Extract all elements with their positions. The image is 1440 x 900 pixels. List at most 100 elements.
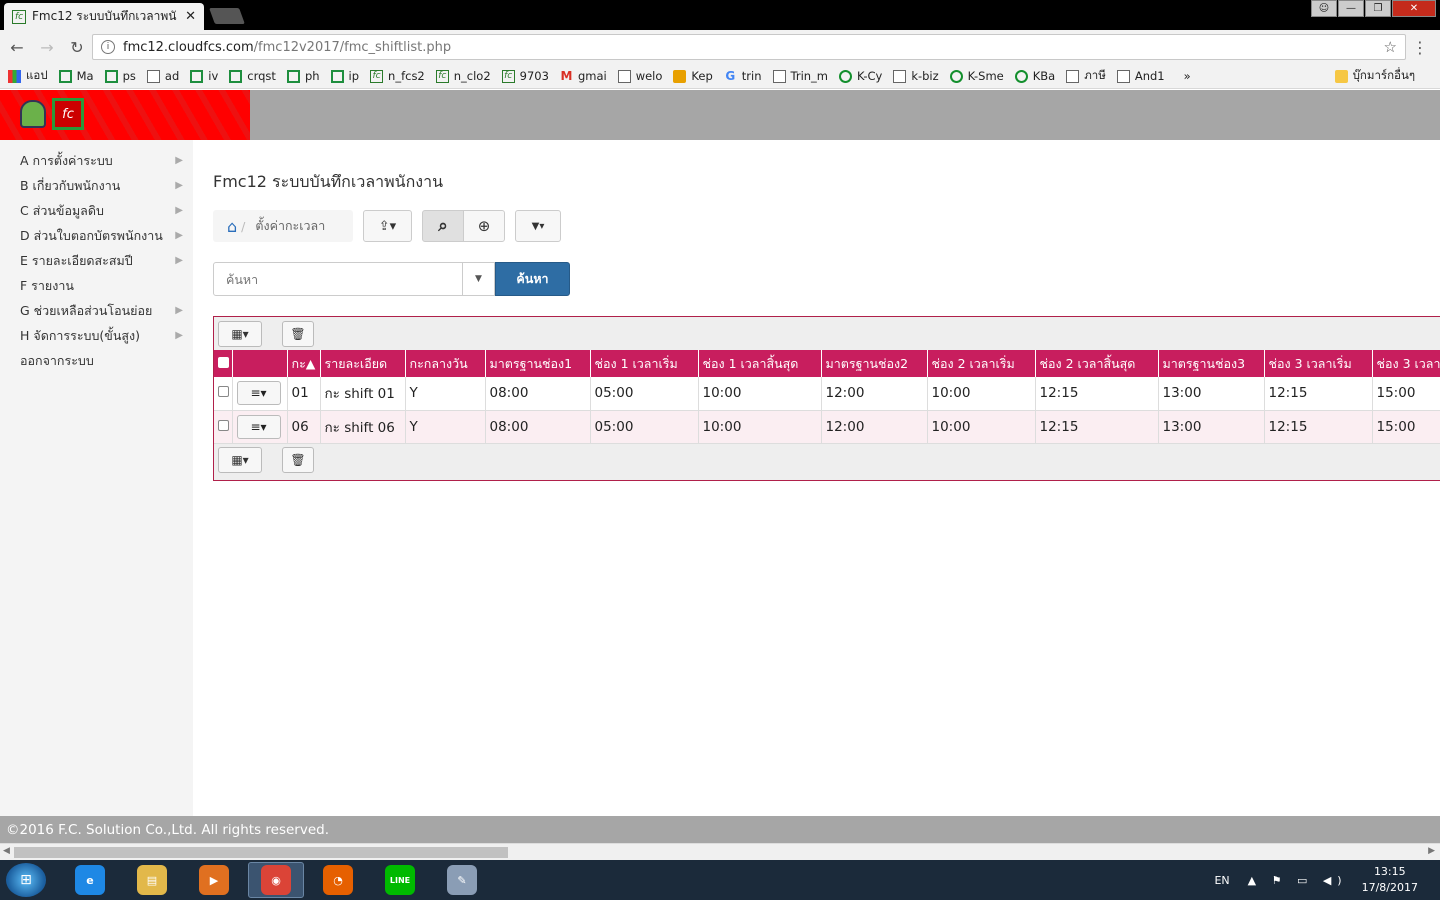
sidebar-item-h[interactable]: H จัดการระบบ(ขั้นสูง) ▶ [0,323,193,348]
taskbar-ie-button[interactable]: e [62,862,118,898]
bookmark-n-clo2[interactable]: fc n_clo2 [435,69,491,83]
column-chooser-button-bottom[interactable]: ▦▾ [218,447,262,473]
forward-arrow-icon[interactable]: → [34,38,60,57]
table-row[interactable]: ≡▾ 06 กะ shift 06 Y 08:00 05:00 10:00 12:00 10:0… [214,410,1440,444]
search-button[interactable]: ค้นหา [495,262,570,296]
row-menu-button[interactable]: ≡▾ [236,414,281,439]
horizontal-scrollbar[interactable]: ◀ ▶ [0,843,1440,860]
bookmark-ip[interactable]: ip [330,69,359,83]
advanced-search-button[interactable]: ⊕ [463,210,505,242]
bookmark-ph[interactable]: ph [286,69,320,83]
bookmark-trin[interactable]: Gtrin [724,69,761,83]
filter-button[interactable]: ▼▾ [515,210,561,242]
delete-selected-button-bottom[interactable]: 🗑 [282,447,314,473]
bookmark-label: K-Cy [857,69,883,83]
bookmark-label: iv [208,69,219,83]
bookmarks-overflow-button[interactable]: » [1184,69,1191,83]
minimize-button[interactable]: — [1338,0,1364,17]
window-close-button[interactable]: ✕ [1392,0,1436,17]
column-chooser-button[interactable]: ▦▾ [218,320,262,347]
column-header[interactable]: ช่อง 1 เวลาเริ่ม [590,350,699,377]
sidebar-item-a[interactable]: A การตั้งค่าระบบ ▶ [0,148,193,173]
row-checkbox[interactable] [218,419,229,431]
sheet-icon [104,69,118,83]
bookmark-ad[interactable]: ad [146,69,179,83]
scrollbar-thumb[interactable] [14,847,508,858]
row-checkbox[interactable] [218,386,229,398]
bookmark-and1[interactable]: And1 [1116,69,1165,83]
bookmark-ps[interactable]: ps [104,69,136,83]
reload-icon[interactable]: ↻ [64,38,90,57]
sidebar-item-f[interactable]: F รายงาน [0,273,193,298]
taskbar-firefox-button[interactable]: ◔ [310,862,366,898]
bookmark-star-icon[interactable]: ☆ [1384,38,1397,56]
search-toggle-button[interactable]: ⌕ [422,210,464,242]
sidebar-item-e[interactable]: E รายละเอียดสะสมปี ▶ [0,248,193,273]
bookmark--[interactable]: แอป [8,67,48,85]
bookmark-gmai[interactable]: Mgmai [560,69,606,83]
home-icon[interactable]: ⌂ [227,217,237,236]
bookmark-9703[interactable]: fc 9703 [501,69,549,83]
scroll-right-icon[interactable]: ▶ [1428,846,1435,856]
scroll-left-icon[interactable]: ◀ [3,846,10,856]
sidebar-item-g[interactable]: G ช่วยเหลือส่วนโอนย่อย ▶ [0,298,193,323]
restore-button[interactable]: ❐ [1365,0,1391,17]
tab-close-icon[interactable]: ✕ [185,9,196,24]
row-menu-button[interactable]: ≡▾ [236,381,281,406]
sidebar-item-i[interactable]: ออกจากระบบ [0,348,193,373]
site-info-icon[interactable]: i [101,40,115,54]
new-tab-button[interactable] [209,8,245,24]
sidebar-item-b[interactable]: B เกี่ยวกับพนักงาน ▶ [0,173,193,198]
other-bookmarks[interactable]: บุ๊กมาร์กอื่นๆ [1334,67,1415,85]
bookmark-crqst[interactable]: crqst [229,69,276,83]
bookmark-n-fcs2[interactable]: fc n_fcs2 [370,69,425,83]
bookmark-welo[interactable]: welo [617,69,662,83]
bookmark-k-cy[interactable]: K-Cy [839,69,882,83]
address-bar[interactable]: i fmc12.cloudfcs.com /fmc12v2017/fmc_shi… [92,34,1406,60]
start-button[interactable]: ⊞ [6,863,46,897]
folder-icon [1334,69,1348,83]
back-arrow-icon[interactable]: ← [4,38,30,57]
tray-icons[interactable]: ▲ ⚑ ▭ ◀) [1248,874,1348,887]
search-options-dropdown[interactable]: ▼ [462,262,495,296]
bookmark-k-sme[interactable]: K-Sme [949,69,1004,83]
column-header[interactable]: ช่อง 1 เวลาสิ้นสุด [698,350,822,377]
app-logo[interactable]: fc [0,90,250,140]
taskbar-chrome-button[interactable]: ◉ [248,862,304,898]
column-header[interactable]: ช่อง 2 เวลาสิ้นสุด [1035,350,1159,377]
bookmark-iv[interactable]: iv [190,69,218,83]
sidebar-item-d[interactable]: D ส่วนใบตอกบัตรพนักงาน ▶ [0,223,193,248]
taskbar-media-button[interactable]: ▶ [186,862,242,898]
table-row[interactable]: ≡▾ 01 กะ shift 01 Y 08:00 05:00 10:00 12:00 10:0… [214,377,1440,411]
column-header[interactable]: ช่อง 3 เวลาสิ้นสุด [1372,350,1440,377]
column-header[interactable]: กะกลางวัน [405,350,486,377]
taskbar-line-button[interactable]: LINE [372,862,428,898]
taskbar-paint-button[interactable]: ✎ [434,862,490,898]
column-header[interactable]: รายละเอียด [320,350,406,377]
language-indicator[interactable]: EN [1214,874,1229,887]
bookmark-ma[interactable]: Ma [58,69,94,83]
browser-menu-icon[interactable]: ⋮ [1412,38,1428,57]
delete-selected-button[interactable]: 🗑 [282,320,314,347]
sidebar-item-c[interactable]: C ส่วนข้อมูลดิบ ▶ [0,198,193,223]
taskbar-explorer-button[interactable]: ▤ [124,862,180,898]
column-header[interactable]: ช่อง 2 เวลาเริ่ม [927,350,1036,377]
account-icon[interactable]: ☺ [1311,0,1337,17]
bookmark-kep[interactable]: Kep [673,69,713,83]
filter-icon: ▼▾ [531,220,545,232]
column-header[interactable]: ช่อง 3 เวลาเริ่ม [1264,350,1373,377]
hamburger-icon: ≡▾ [250,419,267,434]
select-all-checkbox[interactable] [218,357,229,368]
column-header[interactable]: มาตรฐานช่อง3 [1158,350,1265,377]
bookmark-k-biz[interactable]: k-biz [893,69,939,83]
bookmark-kba[interactable]: KBa [1014,69,1055,83]
bookmark--[interactable]: ภาษี [1066,67,1106,85]
bookmark-trin-m[interactable]: Trin_m [772,69,828,83]
export-button[interactable]: ⇪▾ [363,210,412,242]
column-header[interactable]: กะ▲ [287,350,321,377]
column-header[interactable]: มาตรฐานช่อง2 [821,350,928,377]
browser-tab[interactable]: fc Fmc12 ระบบบันทึกเวลาพนั ✕ [4,3,204,30]
column-header[interactable]: มาตรฐานช่อง1 [485,350,591,377]
search-input[interactable] [213,262,463,296]
clock[interactable]: 13:15 17/8/2017 [1362,864,1418,896]
